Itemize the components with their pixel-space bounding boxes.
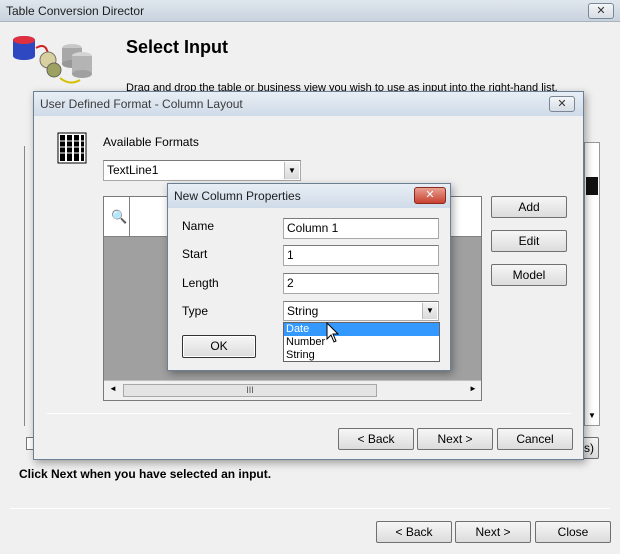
background-partial-button-label: s): [584, 441, 594, 455]
udf-cancel-button[interactable]: Cancel: [497, 428, 573, 450]
main-separator: [10, 508, 610, 509]
add-button[interactable]: Add: [491, 196, 567, 218]
scroll-down-icon[interactable]: ▼: [588, 411, 596, 420]
udf-dialog-title: User Defined Format - Column Layout: [40, 97, 243, 111]
hint-text: Click Next when you have selected an inp…: [19, 467, 272, 481]
udf-close-button[interactable]: ✕: [549, 96, 575, 112]
type-label: Type: [182, 304, 209, 318]
close-icon: ✕: [557, 98, 567, 110]
type-option-string[interactable]: String: [284, 349, 439, 362]
length-label: Length: [182, 276, 219, 290]
main-close-button[interactable]: ✕: [588, 3, 614, 19]
dropdown-arrow-icon[interactable]: ▼: [422, 303, 437, 319]
udf-title-bar: User Defined Format - Column Layout ✕: [34, 92, 583, 116]
format-dropdown[interactable]: TextLine1 ▼: [103, 160, 301, 181]
grid-corner-cell[interactable]: 🔍: [104, 197, 130, 237]
scroll-left-icon[interactable]: ◄: [109, 384, 117, 393]
udf-back-button[interactable]: < Back: [338, 428, 414, 450]
ncp-close-button[interactable]: ✕: [414, 187, 446, 204]
grid-hscrollbar[interactable]: ◄ III ►: [104, 380, 481, 400]
edit-button[interactable]: Edit: [491, 230, 567, 252]
name-input[interactable]: Column 1: [283, 218, 439, 239]
main-title-bar: Table Conversion Director ✕: [0, 0, 620, 22]
close-icon: ✕: [425, 189, 435, 201]
udf-separator: [47, 413, 571, 414]
page-heading: Select Input: [126, 37, 229, 57]
background-list-scrollbar[interactable]: ▼: [584, 142, 600, 426]
ncp-dialog-title: New Column Properties: [174, 189, 301, 203]
format-dropdown-value: TextLine1: [107, 163, 159, 177]
scroll-right-icon[interactable]: ►: [469, 384, 477, 393]
model-button[interactable]: Model: [491, 264, 567, 286]
main-close-text-button[interactable]: Close: [535, 521, 611, 543]
search-column-icon: 🔍: [111, 209, 128, 224]
type-option-date[interactable]: Date: [284, 323, 439, 336]
hscroll-grip: III: [246, 385, 254, 395]
background-list-thumb[interactable]: [586, 177, 598, 195]
main-window-title: Table Conversion Director: [6, 4, 145, 18]
available-formats-label: Available Formats: [103, 135, 199, 149]
database-transfer-icon: [10, 30, 94, 90]
column-layout-icon: [57, 132, 87, 164]
close-icon: ✕: [596, 5, 606, 17]
main-next-button[interactable]: Next >: [455, 521, 531, 543]
mouse-cursor-icon: [326, 321, 340, 344]
dropdown-arrow-icon[interactable]: ▼: [284, 162, 299, 179]
ok-button[interactable]: OK: [182, 335, 256, 358]
main-back-button[interactable]: < Back: [376, 521, 452, 543]
length-input[interactable]: 2: [283, 273, 439, 294]
type-select[interactable]: String ▼: [283, 301, 439, 321]
ncp-dialog: New Column Properties ✕ Name Column 1 St…: [167, 183, 451, 371]
type-select-value: String: [287, 304, 319, 318]
type-options-list[interactable]: Date Number String: [283, 322, 440, 362]
type-option-number[interactable]: Number: [284, 336, 439, 349]
start-label: Start: [182, 247, 208, 261]
start-input[interactable]: 1: [283, 245, 439, 266]
ncp-title-bar: New Column Properties ✕: [168, 184, 450, 208]
name-label: Name: [182, 219, 215, 233]
grid-hscroll-thumb[interactable]: III: [123, 384, 377, 397]
udf-next-button[interactable]: Next >: [417, 428, 493, 450]
